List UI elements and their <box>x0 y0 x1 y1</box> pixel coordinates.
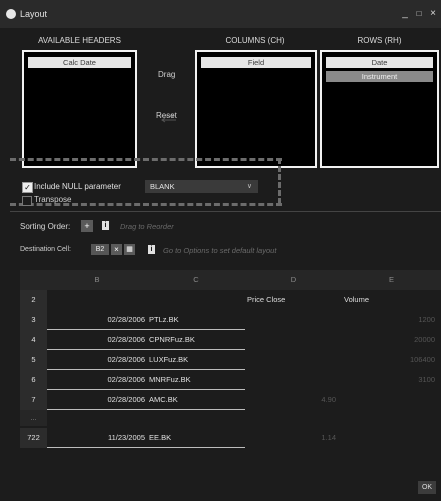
section-divider <box>10 211 441 212</box>
table-row: 3 02/28/2006 PTLz.BK 1200 <box>20 310 441 330</box>
cell-e: Volume <box>344 295 370 304</box>
info-icon[interactable]: i <box>102 221 109 230</box>
cell-b: 02/28/2006 <box>107 355 145 364</box>
destination-cell-value[interactable]: B2 <box>91 244 109 255</box>
title-bar: Layout _ □ × <box>0 0 441 28</box>
column-header-row: B C D E <box>20 270 441 290</box>
reset-button[interactable]: Reset <box>156 111 177 120</box>
cell-c: CPNRFuz.BK <box>149 335 195 344</box>
grid-select-icon[interactable]: ▦ <box>124 244 135 255</box>
window-title: Layout <box>20 9 48 19</box>
row-chip-instrument[interactable]: Instrument <box>326 71 433 82</box>
row-number: 722 <box>20 428 47 448</box>
destination-hint: Go to Options to set default layout <box>163 246 277 255</box>
cell-d <box>245 330 342 350</box>
corner-cell <box>20 270 47 290</box>
row-divider <box>47 447 245 448</box>
ellipsis-label: ... <box>20 410 47 426</box>
close-button[interactable]: × <box>426 7 440 21</box>
row-divider <box>47 349 245 350</box>
minimize-button[interactable]: _ <box>398 7 412 21</box>
drag-label: Drag <box>158 70 176 79</box>
cell-b: 11/23/2005 <box>108 433 145 442</box>
include-null-checkbox[interactable]: ✓ <box>22 182 33 193</box>
cell-b: 02/28/2006 <box>107 395 145 404</box>
cell-e: 106400 <box>409 355 435 364</box>
cell-c: MNRFuz.BK <box>149 375 191 384</box>
row-number: 2 <box>20 290 47 310</box>
cell-c <box>147 290 245 310</box>
app-icon <box>6 9 16 19</box>
header-chip-calc-date[interactable]: Calc Date <box>28 57 131 68</box>
row-divider <box>47 329 245 330</box>
destination-cell-label: Destination Cell: <box>20 246 71 253</box>
column-header: E <box>342 270 441 290</box>
info-icon[interactable]: i <box>148 245 155 254</box>
cell-d <box>245 350 342 370</box>
cell-d: 1.14 <box>321 433 336 442</box>
cell-d: Price Close <box>247 295 286 304</box>
cell-d <box>245 310 342 330</box>
columns-box[interactable]: Field <box>195 50 317 168</box>
cell-d: 4.90 <box>321 395 336 404</box>
cell-b: 02/28/2006 <box>107 315 145 324</box>
available-headers-box[interactable]: Calc Date <box>22 50 137 168</box>
column-header: D <box>245 270 342 290</box>
cell-e <box>342 428 441 448</box>
cell-e: 1200 <box>418 315 435 324</box>
columns-title: COLUMNS (CH) <box>225 36 285 45</box>
null-value-select[interactable]: BLANK ∨ <box>145 180 258 193</box>
row-number: 3 <box>20 310 47 330</box>
cell-c: LUXFuz.BK <box>149 355 189 364</box>
transpose-checkbox[interactable] <box>22 196 32 206</box>
drop-zone-top-border <box>10 158 282 161</box>
row-divider <box>47 409 245 410</box>
cell-e <box>342 390 441 410</box>
drop-zone-right-border <box>278 158 281 204</box>
table-row: 6 02/28/2006 MNRFuz.BK 3100 <box>20 370 441 390</box>
ok-button[interactable]: OK <box>418 481 436 494</box>
transpose-label: Transpose <box>34 195 72 204</box>
row-chip-date[interactable]: Date <box>326 57 433 68</box>
table-row: 722 11/23/2005 EE.BK 1.14 <box>20 428 441 448</box>
cell-d <box>245 370 342 390</box>
cell-e: 3100 <box>418 375 435 384</box>
sorting-order-label: Sorting Order: <box>20 222 71 231</box>
clear-cell-button[interactable]: × <box>111 244 122 255</box>
null-value-selected: BLANK <box>150 182 175 191</box>
cell-b: 02/28/2006 <box>107 375 145 384</box>
include-null-label: Include NULL parameter <box>34 182 121 191</box>
column-header: C <box>147 270 245 290</box>
row-number: 7 <box>20 390 47 410</box>
table-row: 7 02/28/2006 AMC.BK 4.90 <box>20 390 441 410</box>
rows-box[interactable]: Date Instrument <box>320 50 439 168</box>
sorting-hint: Drag to Reorder <box>120 222 174 231</box>
row-number: 6 <box>20 370 47 390</box>
row-number: 5 <box>20 350 47 370</box>
ellipsis-row: ... <box>20 410 441 426</box>
column-header: B <box>47 270 147 290</box>
cell-e: 20000 <box>414 335 435 344</box>
cell-c: AMC.BK <box>149 395 178 404</box>
available-headers-title: AVAILABLE HEADERS <box>38 36 121 45</box>
row-divider <box>47 389 245 390</box>
cell-c: EE.BK <box>149 433 172 442</box>
cell-b <box>47 290 147 310</box>
row-divider <box>47 369 245 370</box>
table-row: 4 02/28/2006 CPNRFuz.BK 20000 <box>20 330 441 350</box>
rows-title: ROWS (RH) <box>357 36 402 45</box>
table-row: 5 02/28/2006 LUXFuz.BK 106400 <box>20 350 441 370</box>
cell-b: 02/28/2006 <box>107 335 145 344</box>
chevron-down-icon: ∨ <box>246 183 252 190</box>
maximize-button[interactable]: □ <box>412 7 426 21</box>
table-row: 2 Price Close Volume <box>20 290 441 310</box>
add-sort-button[interactable]: + <box>81 220 93 232</box>
column-chip-field[interactable]: Field <box>201 57 311 68</box>
row-number: 4 <box>20 330 47 350</box>
cell-c: PTLz.BK <box>149 315 179 324</box>
